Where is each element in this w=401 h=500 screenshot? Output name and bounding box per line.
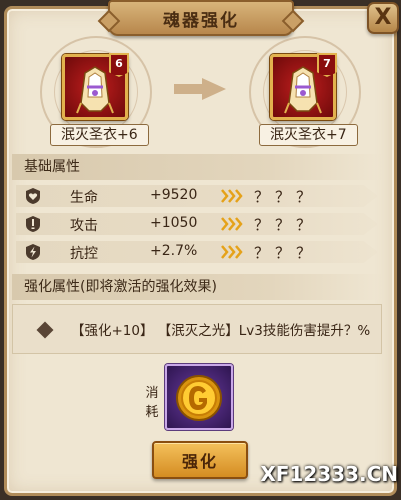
attribute-next-value: ？？？ — [254, 216, 318, 234]
attribute-name: 生命 — [70, 190, 98, 206]
heart-shield-icon — [26, 188, 40, 204]
chevrons-right-icon — [221, 189, 243, 203]
item-level-badge: 7 — [317, 53, 337, 77]
enhance-effect-row: 【强化+10】 【泯灭之光】Lv3技能伤害提升？% — [12, 304, 382, 354]
current-item-icon[interactable]: 6 — [62, 53, 129, 120]
cost-item-slot[interactable] — [165, 364, 233, 430]
attribute-name: 攻击 — [70, 218, 98, 234]
chevrons-right-icon — [221, 217, 243, 231]
attribute-next-value: ？？？ — [254, 188, 318, 206]
attack-icon — [26, 216, 40, 232]
attribute-value: +2.7% — [150, 243, 198, 259]
attribute-value: +1050 — [150, 215, 198, 231]
next-item-name: 泯灭圣衣+7 — [259, 124, 358, 146]
watermark-text: XF12333.CN — [260, 462, 398, 486]
upgrade-arrow-icon — [174, 78, 226, 100]
attribute-row-attack: 攻击 +1050 ？？？ — [16, 213, 378, 235]
chevrons-right-icon — [221, 245, 243, 259]
attribute-name: 抗控 — [70, 246, 98, 262]
dialog-title: 魂器强化 — [163, 10, 239, 31]
site-watermark: XF12333.CN — [258, 452, 398, 496]
cost-label: 消耗 — [145, 386, 159, 420]
enhance-attributes-header: 强化属性(即将激活的强化效果) — [12, 274, 382, 300]
attribute-row-hp: 生命 +9520 ？？？ — [16, 185, 378, 207]
base-attributes-header: 基础属性 — [12, 154, 382, 180]
item-level-badge: 6 — [109, 53, 129, 77]
diamond-bullet-icon — [36, 321, 54, 339]
title-plate: 魂器强化 — [108, 0, 294, 36]
close-icon: X — [374, 5, 392, 30]
attribute-next-value: ？？？ — [254, 244, 318, 262]
attribute-row-resist: 抗控 +2.7% ？？？ — [16, 241, 378, 263]
close-button[interactable]: X — [367, 2, 399, 34]
current-item-name: 泯灭圣衣+6 — [50, 124, 149, 146]
attribute-value: +9520 — [150, 187, 198, 203]
enhance-button[interactable]: 强化 — [152, 441, 248, 479]
enhance-effect-text: 【强化+10】 【泯灭之光】Lv3技能伤害提升？% — [71, 323, 371, 339]
resist-control-icon — [26, 244, 40, 260]
gold-coin-icon — [176, 375, 222, 421]
next-item-icon[interactable]: 7 — [270, 53, 337, 120]
